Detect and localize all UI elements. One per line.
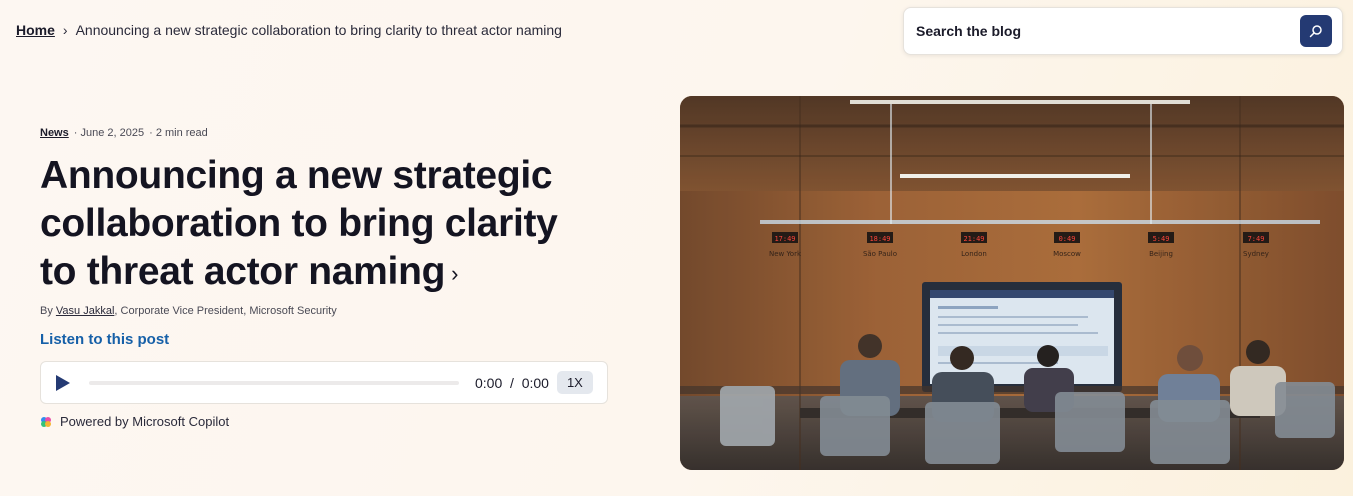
current-time: 0:00 [475,374,503,391]
search-input[interactable]: Search the blog [916,23,1300,39]
page-title-text: Announcing a new strategic collaboration… [40,154,558,293]
play-button[interactable] [53,373,73,393]
breadcrumb-current: Announcing a new strategic collaboration… [75,22,562,38]
search-icon [1309,25,1322,38]
breadcrumb-home-link[interactable]: Home [16,22,55,38]
search-box[interactable]: Search the blog [903,7,1343,55]
search-button[interactable] [1300,15,1332,47]
byline: By Vasu Jakkal, Corporate Vice President… [40,305,337,317]
duration: 0:00 [521,374,549,391]
byline-prefix: By [40,305,56,317]
listen-heading: Listen to this post [40,331,170,348]
publish-date: · June 2, 2025 [73,127,145,139]
audio-time: 0:00 / 0:00 [475,375,549,391]
chevron-right-icon: › [62,22,68,38]
audio-player: 0:00 / 0:00 1X [40,361,608,404]
author-role: , Corporate Vice President, Microsoft Se… [114,305,337,317]
play-icon [56,374,70,391]
conference-room-photo: 17:49 18:49 21:49 0:49 5:49 7:49 New Yor… [680,96,1344,470]
category-link[interactable]: News [40,127,69,139]
audio-progress-bar[interactable] [89,380,459,385]
article-meta: News · June 2, 2025 · 2 min read [40,127,208,139]
hero-image: 17:49 18:49 21:49 0:49 5:49 7:49 New Yor… [680,96,1344,470]
powered-by-text: Powered by Microsoft Copilot [60,414,230,429]
read-time: · 2 min read [149,127,208,139]
breadcrumb: Home › Announcing a new strategic collab… [16,22,562,38]
powered-by: Powered by Microsoft Copilot [40,414,229,429]
chevron-right-icon: › [451,260,459,286]
copilot-icon [41,416,51,427]
time-separator: / [510,374,514,391]
page-title: Announcing a new strategic collaboration… [40,152,600,298]
author-link[interactable]: Vasu Jakkal [56,305,115,317]
playback-speed-button[interactable]: 1X [556,371,593,394]
